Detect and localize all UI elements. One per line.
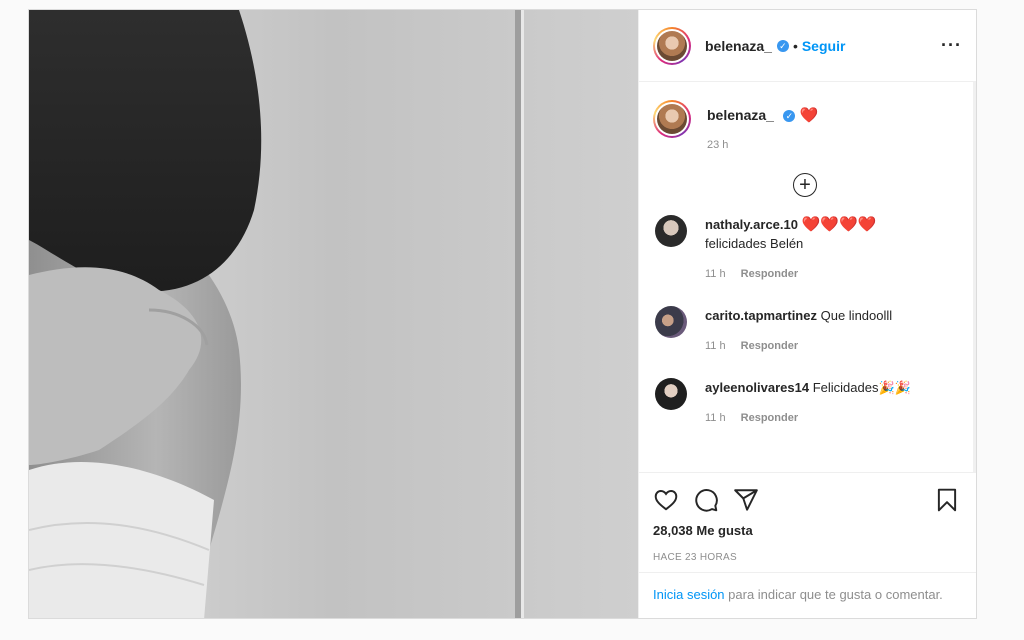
reply-button[interactable]: Responder	[741, 268, 798, 280]
commenter-avatar[interactable]	[655, 215, 687, 247]
reply-button[interactable]: Responder	[741, 412, 798, 424]
post-timestamp[interactable]: HACE 23 HORAS	[653, 552, 960, 563]
comment-username[interactable]: ayleenolivares14	[705, 380, 809, 395]
share-icon[interactable]	[733, 487, 759, 513]
follow-button[interactable]: Seguir	[802, 38, 846, 54]
plus-circle-icon[interactable]: +	[793, 173, 817, 197]
comment-text: ❤️❤️❤️❤️	[801, 216, 877, 233]
comment-item: carito.tapmartinez Que lindoolll 11 h Re…	[653, 306, 957, 356]
comment-username[interactable]: nathaly.arce.10	[705, 217, 798, 232]
caption-username[interactable]: belenaza_	[707, 107, 774, 123]
login-link[interactable]: Inicia sesión	[653, 587, 725, 602]
caption-text: ❤️	[799, 107, 819, 124]
commenter-avatar[interactable]	[655, 306, 687, 338]
caption: belenaza_ ✓ ❤️ 23 h	[653, 100, 957, 151]
more-options-icon[interactable]: ···	[941, 35, 962, 56]
likes-count[interactable]: 28,038 Me gusta	[653, 523, 960, 538]
comment-time[interactable]: 11 h	[705, 268, 726, 280]
verified-badge-icon: ✓	[783, 109, 796, 122]
comment-text: Felicidades🎉🎉	[812, 380, 911, 395]
caption-avatar[interactable]	[653, 100, 691, 138]
author-avatar[interactable]	[653, 26, 691, 65]
login-prompt-text: para indicar que te gusta o comentar.	[724, 587, 943, 602]
separator-dot: •	[792, 37, 798, 54]
comment-username[interactable]: carito.tapmartinez	[705, 308, 817, 323]
comment-text-line2: felicidades Belén	[705, 236, 804, 251]
reply-button[interactable]: Responder	[741, 340, 798, 352]
comment-text: Que lindoolll	[820, 308, 893, 323]
bookmark-icon[interactable]	[934, 487, 960, 513]
comment-icon[interactable]	[693, 487, 719, 513]
photo-image	[29, 10, 638, 618]
author-username[interactable]: belenaza_	[705, 38, 772, 54]
author-avatar-image	[657, 30, 687, 61]
post-sidebar: belenaza_ ✓ • Seguir ··· belenaza_ ✓ ❤️ …	[638, 10, 976, 618]
comment-time[interactable]: 11 h	[705, 412, 726, 424]
comment-item: nathaly.arce.10 ❤️❤️❤️❤️ felicidades Bel…	[653, 215, 957, 284]
caption-avatar-image	[657, 104, 687, 134]
verified-badge-icon: ✓	[776, 39, 789, 52]
login-prompt: Inicia sesión para indicar que te gusta …	[639, 572, 976, 618]
heart-icon[interactable]	[653, 487, 679, 513]
commenter-avatar[interactable]	[655, 378, 687, 410]
caption-time[interactable]: 23 h	[707, 139, 819, 151]
comment-item: ayleenolivares14 Felicidades🎉🎉 11 h Resp…	[653, 378, 957, 428]
comment-time[interactable]: 11 h	[705, 340, 726, 352]
post-header: belenaza_ ✓ • Seguir ···	[639, 10, 976, 82]
post-card: belenaza_ ✓ • Seguir ··· belenaza_ ✓ ❤️ …	[28, 9, 977, 619]
comments-section: belenaza_ ✓ ❤️ 23 h + nathaly.arce.10 ❤️…	[639, 82, 976, 472]
post-actions: 28,038 Me gusta HACE 23 HORAS	[639, 472, 976, 572]
post-photo[interactable]	[29, 10, 638, 618]
